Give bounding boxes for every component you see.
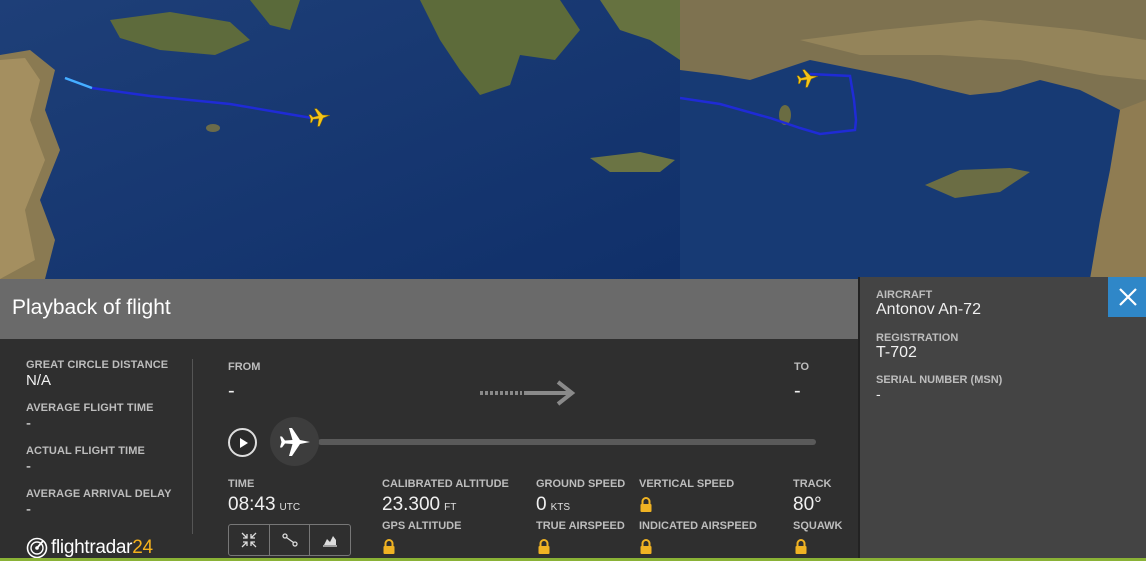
squawk-label: SQUAWK [793, 520, 843, 532]
track-label: TRACK [793, 478, 832, 490]
to-value: - [794, 380, 801, 402]
calibrated-altitude-value: 23.300 [382, 494, 441, 515]
ground-speed-label: GROUND SPEED [536, 478, 626, 490]
route-icon [281, 533, 298, 547]
time-value: 08:43 [228, 494, 276, 515]
lock-icon [795, 539, 807, 554]
graph-icon [323, 536, 338, 547]
true-airspeed-label: TRUE AIRSPEED [536, 520, 625, 532]
collapse-icon [241, 532, 257, 548]
vertical-speed-label: VERTICAL SPEED [639, 478, 735, 490]
map-tools [228, 524, 351, 556]
plane-icon [279, 427, 310, 456]
vertical-divider [192, 359, 193, 534]
graph-button[interactable] [310, 525, 350, 555]
lock-icon [538, 539, 550, 554]
stat-value: - [26, 458, 31, 475]
logo-number: 24 [132, 537, 153, 558]
time-readout: 08:43 UTC [228, 494, 300, 516]
route-arrow-icon [480, 380, 576, 406]
map-view[interactable] [0, 0, 1146, 279]
stat-actual-flight-time: ACTUAL FLIGHT TIME - [26, 445, 186, 488]
playback-panel: Playback of flight GREAT CIRCLE DISTANCE… [0, 279, 858, 561]
from-label: FROM [228, 361, 261, 373]
lock-icon [640, 497, 652, 512]
lock-icon [383, 539, 395, 554]
play-icon [239, 437, 248, 448]
aircraft-value: Antonov An-72 [876, 301, 981, 318]
panel-body: GREAT CIRCLE DISTANCE N/A AVERAGE FLIGHT… [0, 339, 858, 561]
aircraft-info-panel: AIRCRAFT Antonov An-72 REGISTRATION T-70… [858, 277, 1146, 561]
logo-text: flightradar [51, 537, 133, 558]
stat-value: - [26, 501, 31, 518]
stat-label: GREAT CIRCLE DISTANCE [26, 359, 169, 371]
map-tile-right [680, 0, 1146, 279]
stat-average-flight-time: AVERAGE FLIGHT TIME - [26, 402, 186, 445]
radar-logo-icon [26, 537, 48, 559]
stat-value: N/A [26, 372, 52, 389]
calibrated-altitude-readout: 23.300 FT [382, 494, 456, 516]
to-label: TO [794, 361, 810, 373]
stat-label: ACTUAL FLIGHT TIME [26, 445, 145, 457]
timeline-handle[interactable] [270, 417, 319, 466]
calibrated-altitude-label: CALIBRATED ALTITUDE [382, 478, 509, 490]
ground-speed-value: 0 [536, 494, 547, 515]
from-value: - [228, 380, 235, 402]
close-icon [1119, 288, 1137, 306]
indicated-airspeed-label: INDICATED AIRSPEED [639, 520, 757, 532]
aircraft-label: AIRCRAFT [876, 289, 933, 301]
stat-great-circle-distance: GREAT CIRCLE DISTANCE N/A [26, 359, 186, 402]
panel-header: Playback of flight [0, 279, 858, 339]
serial-number-value: - [876, 386, 881, 402]
gps-altitude-label: GPS ALTITUDE [382, 520, 462, 532]
flight-stats: GREAT CIRCLE DISTANCE N/A AVERAGE FLIGHT… [26, 359, 186, 531]
ground-speed-readout: 0 KTS [536, 494, 570, 516]
lock-icon [640, 539, 652, 554]
serial-number-label: SERIAL NUMBER (MSN) [876, 374, 1003, 386]
playback-timeline-slider[interactable] [318, 439, 816, 445]
time-unit: UTC [279, 502, 301, 513]
flightradar24-logo[interactable]: flightradar 24 [26, 536, 153, 560]
map-tile-left [0, 0, 680, 279]
stat-average-arrival-delay: AVERAGE ARRIVAL DELAY - [26, 488, 186, 531]
route-button[interactable] [270, 525, 311, 555]
play-button[interactable] [228, 428, 257, 457]
stat-label: AVERAGE ARRIVAL DELAY [26, 488, 172, 500]
track-value: 80° [793, 494, 822, 515]
stat-value: - [26, 415, 31, 432]
calibrated-altitude-unit: FT [444, 502, 457, 513]
flight-playback-screen: Playback of flight GREAT CIRCLE DISTANCE… [0, 0, 1146, 561]
stat-label: AVERAGE FLIGHT TIME [26, 402, 154, 414]
time-label: TIME [228, 478, 255, 490]
registration-label: REGISTRATION [876, 332, 959, 344]
close-button[interactable] [1108, 277, 1146, 317]
registration-value: T-702 [876, 344, 917, 361]
collapse-button[interactable] [229, 525, 270, 555]
ground-speed-unit: KTS [550, 502, 571, 513]
panel-title: Playback of flight [12, 296, 171, 319]
